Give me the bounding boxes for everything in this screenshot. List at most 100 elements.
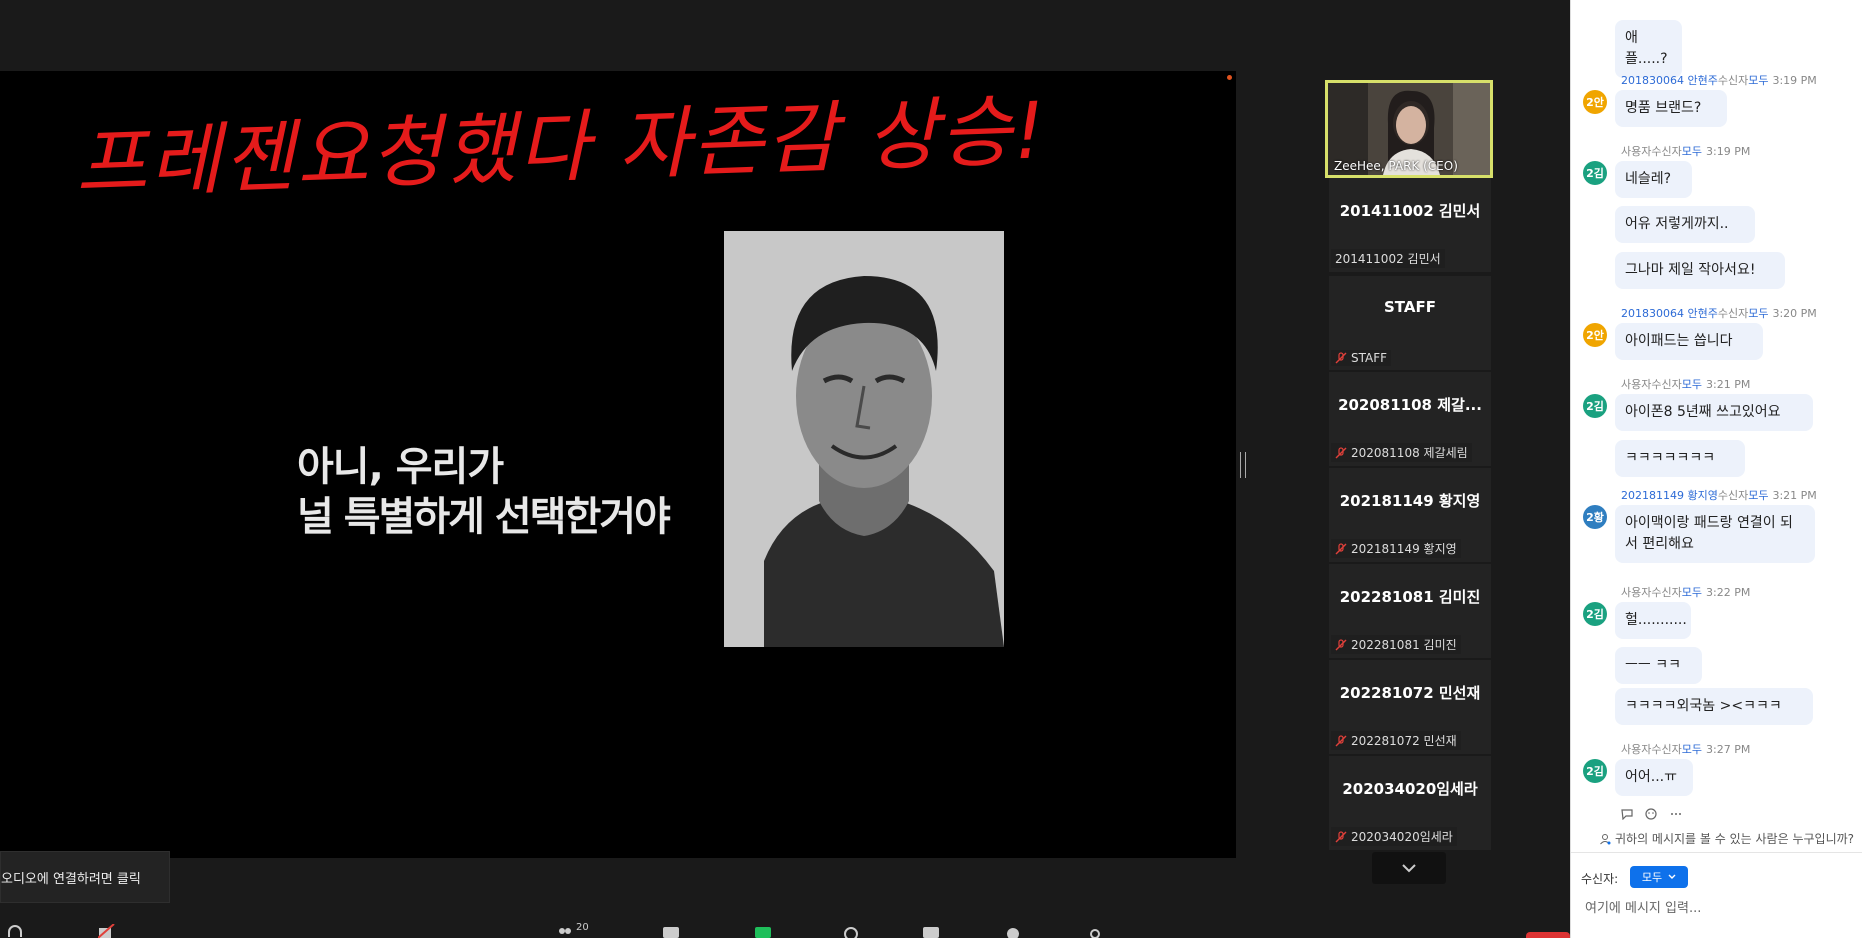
- recipient-all: 모두: [1681, 378, 1702, 391]
- mic-muted-icon: [1335, 638, 1347, 650]
- participant-tile[interactable]: STAFF STAFF: [1329, 276, 1491, 370]
- participant-label-text: 202081108 제갈세림: [1351, 446, 1468, 460]
- person-icon: [1600, 833, 1611, 844]
- chat-message: 그나마 제일 작아서요!: [1615, 252, 1785, 289]
- portrait-photo: [724, 231, 1004, 647]
- to-word: 수신자: [1717, 74, 1749, 87]
- join-audio-tooltip[interactable]: 오디오에 연결하려면 클릭: [0, 851, 170, 903]
- chat-message: ㅋㅋㅋㅋ외국놈 ><ㅋㅋㅋ: [1615, 688, 1813, 725]
- to-word: 수신자: [1717, 307, 1749, 320]
- recipient-all: 모두: [1681, 586, 1702, 599]
- message-header: 201830064 안현주수신자모두 3:20 PM: [1621, 305, 1817, 321]
- avatar: 2김: [1583, 602, 1607, 626]
- message-sender: 201830064 안현주: [1621, 307, 1718, 320]
- participant-name: 202081108 제갈...: [1338, 396, 1482, 414]
- mic-muted-icon: [1335, 352, 1347, 364]
- chat-message: 아이폰8 5년째 쓰고있어요: [1615, 394, 1813, 431]
- participant-tile[interactable]: 202034020임세라 202034020임세라: [1329, 756, 1491, 850]
- mic-muted-icon: [1335, 542, 1347, 554]
- recipient-all: 모두: [1681, 743, 1702, 756]
- participants-count: 20: [576, 922, 589, 933]
- participant-tile[interactable]: 202281081 김미진 202281081 김미진: [1329, 564, 1491, 658]
- message-header: 202181149 황지영수신자모두 3:21 PM: [1621, 487, 1817, 503]
- participant-tile[interactable]: 202281072 민선재 202281072 민선재: [1329, 660, 1491, 754]
- participant-name: 202181149 황지영: [1339, 492, 1481, 510]
- message-time: 3:21 PM: [1706, 378, 1751, 391]
- reply-icon[interactable]: [1621, 808, 1635, 820]
- participants-icon[interactable]: [556, 924, 574, 938]
- active-speaker-video[interactable]: ZeeHee, PARK (CEO): [1325, 80, 1493, 178]
- message-header: 201830064 안현주수신자모두 3:19 PM: [1621, 72, 1817, 88]
- chat-message: 어어...ㅠ: [1615, 759, 1693, 796]
- top-bar: [0, 0, 1570, 72]
- captions-icon[interactable]: [922, 924, 940, 938]
- participant-label: STAFF: [1331, 350, 1392, 366]
- to-word: 수신자: [1651, 378, 1682, 391]
- video-participant-name: ZeeHee, PARK (CEO): [1334, 159, 1458, 173]
- avatar: 2황: [1583, 505, 1607, 529]
- participant-name: 202281072 민선재: [1339, 684, 1481, 702]
- mic-muted-icon: [1335, 446, 1347, 458]
- message-header: 사용자수신자모두 3:27 PM: [1621, 741, 1750, 757]
- participant-label-text: 202181149 황지영: [1351, 542, 1457, 556]
- message-time: 3:19 PM: [1772, 74, 1817, 87]
- recipient-select-value: 모두: [1641, 871, 1663, 884]
- chevron-down-icon: [1668, 874, 1676, 879]
- message-sender: 202181149 황지영: [1621, 489, 1718, 502]
- gallery-scroll-down-button[interactable]: [1372, 852, 1446, 884]
- recipient-all: 모두: [1748, 489, 1769, 502]
- more-icon[interactable]: [1669, 808, 1683, 820]
- resize-handle[interactable]: [1240, 452, 1246, 478]
- message-time: 3:22 PM: [1706, 586, 1751, 599]
- participant-label: 201411002 김민서: [1331, 249, 1445, 268]
- participant-name: 201411002 김민서: [1339, 202, 1481, 220]
- apps-icon[interactable]: [1086, 924, 1104, 938]
- visibility-note-text: 귀하의 메시지를 볼 수 있는 사람은 누구입니까?: [1615, 832, 1855, 846]
- chat-panel: 애플.....? 201830064 안현주수신자모두 3:19 PM 2안 명품…: [1570, 0, 1862, 938]
- share-screen-icon[interactable]: [754, 924, 772, 938]
- recipient-select[interactable]: 모두: [1630, 866, 1688, 888]
- divider: [1571, 852, 1862, 853]
- chat-message-list[interactable]: 애플.....? 201830064 안현주수신자모두 3:19 PM 2안 명품…: [1571, 0, 1862, 835]
- to-word: 수신자: [1717, 489, 1749, 502]
- mic-muted-icon: [1335, 734, 1347, 746]
- record-icon[interactable]: [842, 924, 860, 938]
- meeting-toolbar: 20: [0, 920, 1570, 938]
- recipient-label: 수신자:: [1581, 872, 1619, 886]
- avatar: 2김: [1583, 759, 1607, 783]
- participant-label-text: 202281081 김미진: [1351, 638, 1457, 652]
- participant-tile[interactable]: 201411002 김민서 201411002 김민서: [1329, 178, 1491, 272]
- leave-button[interactable]: [1526, 932, 1570, 938]
- participant-label: 202281081 김미진: [1331, 635, 1461, 654]
- participant-name: STAFF: [1384, 298, 1436, 316]
- emoji-icon[interactable]: [1645, 808, 1659, 820]
- reactions-icon[interactable]: [1004, 924, 1022, 938]
- mic-muted-icon: [1335, 830, 1347, 842]
- chat-message: 헐...........: [1615, 602, 1691, 639]
- chat-message: 네슬레?: [1615, 161, 1692, 198]
- shared-screen: 프레젠요청했다 자존감 상승! 아니, 우리가 널 특별하게 선택한거야: [0, 71, 1236, 858]
- recipient-all: 모두: [1748, 74, 1769, 87]
- message-visibility-note[interactable]: 귀하의 메시지를 볼 수 있는 사람은 누구입니까?: [1599, 830, 1854, 847]
- message-sender: 사용자: [1621, 145, 1652, 158]
- participant-name: 202034020임세라: [1342, 780, 1478, 798]
- participant-name: 202281081 김미진: [1339, 588, 1481, 606]
- participant-label: 202081108 제갈세림: [1331, 443, 1472, 462]
- message-sender: 사용자: [1621, 743, 1652, 756]
- message-time: 3:19 PM: [1706, 145, 1751, 158]
- message-sender: 사용자: [1621, 586, 1652, 599]
- status-dot: [1227, 75, 1232, 80]
- chat-message-input[interactable]: [1583, 895, 1855, 921]
- message-actions: [1621, 808, 1683, 820]
- participant-tile[interactable]: 202081108 제갈... 202081108 제갈세림: [1329, 372, 1491, 466]
- chat-icon[interactable]: [662, 924, 680, 938]
- participant-label-text: 202281072 민선재: [1351, 734, 1457, 748]
- video-off-icon[interactable]: [98, 924, 116, 938]
- recipient-all: 모두: [1681, 145, 1702, 158]
- participant-label-text: STAFF: [1351, 351, 1388, 365]
- avatar: 2안: [1583, 90, 1607, 114]
- participant-label-text: 201411002 김민서: [1335, 252, 1441, 266]
- participant-tile[interactable]: 202181149 황지영 202181149 황지영: [1329, 468, 1491, 562]
- headphones-icon[interactable]: [6, 924, 24, 938]
- message-time: 3:20 PM: [1772, 307, 1817, 320]
